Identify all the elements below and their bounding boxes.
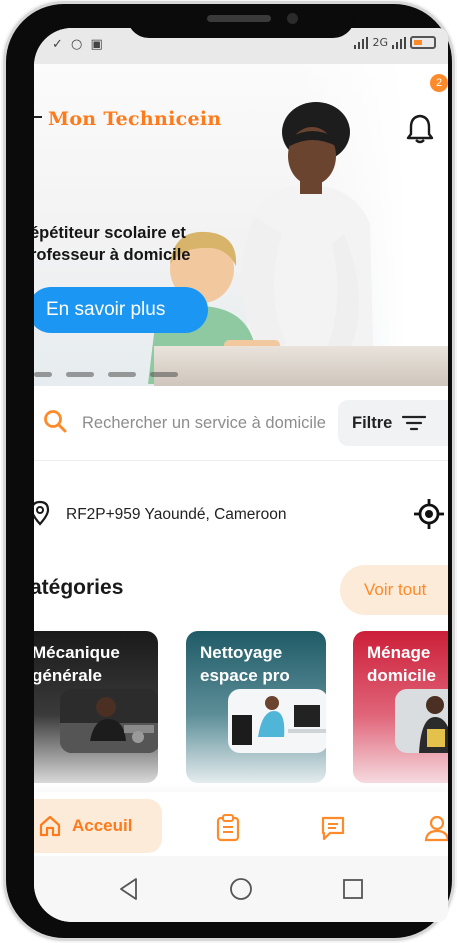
phone-frame: ✓ ○ ▣ 2G Mon Technicein 2 épétiteur scol… [6,4,452,938]
carousel-dot[interactable] [108,372,136,377]
gps-target-icon[interactable] [414,499,444,529]
category-title-line-1: Ménage [367,643,431,662]
bottom-navigation: Acceuil [34,792,448,856]
category-image-mechanic [60,689,158,753]
signal-icon [354,36,369,49]
see-all-button[interactable]: Voir tout [340,565,448,615]
clipboard-icon[interactable] [215,814,241,842]
search-input[interactable] [82,410,327,436]
category-title-line-1: Nettoyage [200,643,283,662]
search-bar: Filtre [34,386,448,460]
nav-home[interactable]: Acceuil [34,799,162,853]
categories-title: atégories [34,576,124,599]
hero-desk [154,346,448,386]
filter-label: Filtre [352,413,393,432]
carousel-dot[interactable] [34,372,52,377]
bell-icon[interactable] [406,111,434,145]
category-card-office-cleaning[interactable]: Nettoyage espace pro [186,631,326,783]
hero-title: épétiteur scolaire et rofesseur à domici… [34,222,240,266]
carousel-dot[interactable] [66,372,94,377]
filter-button[interactable]: Filtre [338,400,448,446]
category-title-line-1: Mécanique [34,643,120,662]
battery-icon [410,36,436,49]
location-row: RF2P+959 Yaoundé, Cameroon [34,494,448,534]
notification-badge: 2 [430,74,448,92]
chat-icon[interactable] [320,814,346,842]
location-address: RF2P+959 Yaoundé, Cameroon [66,506,287,523]
hero-title-line-1: épétiteur scolaire et [34,224,186,242]
home-icon [39,815,61,837]
home-circle-icon[interactable] [228,876,254,902]
category-title-line-2: espace pro [200,666,290,685]
network-type: 2G [372,36,388,49]
camera-notch [127,4,355,38]
hero-title-line-2: rofesseur à domicile [34,246,191,264]
category-image-housekeeping [395,689,448,753]
carousel-indicators[interactable] [34,372,178,377]
learn-more-button[interactable]: En savoir plus [34,287,208,333]
recent-apps-icon[interactable] [340,876,366,902]
front-camera [287,13,298,24]
category-title: Mécanique générale [34,641,120,687]
status-left-icons: ✓ ○ ▣ [52,37,105,52]
category-title-line-2: générale [34,666,102,685]
back-icon[interactable] [116,876,142,902]
user-icon[interactable] [424,814,448,842]
system-navigation-bar [34,856,448,922]
category-image-cleaning [228,689,326,753]
search-icon [44,410,67,433]
category-card-home-cleaning[interactable]: Ménage domicile [353,631,448,783]
status-right: 2G [354,36,436,49]
category-title-line-2: domicile [367,666,436,685]
category-card-mechanics[interactable]: Mécanique générale [34,631,158,783]
section-divider [34,460,448,461]
speaker [207,15,271,22]
brand-title: Mon Technicein [48,108,222,130]
hero-banner[interactable]: Mon Technicein 2 épétiteur scolaire et r… [34,64,448,386]
nav-home-label: Acceuil [72,816,133,835]
app-screen: ✓ ○ ▣ 2G Mon Technicein 2 épétiteur scol… [34,28,448,922]
category-title: Ménage domicile [367,641,436,687]
carousel-dot[interactable] [150,372,178,377]
menu-icon[interactable] [34,116,42,118]
location-pin-icon [34,500,50,526]
category-title: Nettoyage espace pro [200,641,290,687]
signal-icon [392,36,406,49]
filter-icon [402,415,427,431]
